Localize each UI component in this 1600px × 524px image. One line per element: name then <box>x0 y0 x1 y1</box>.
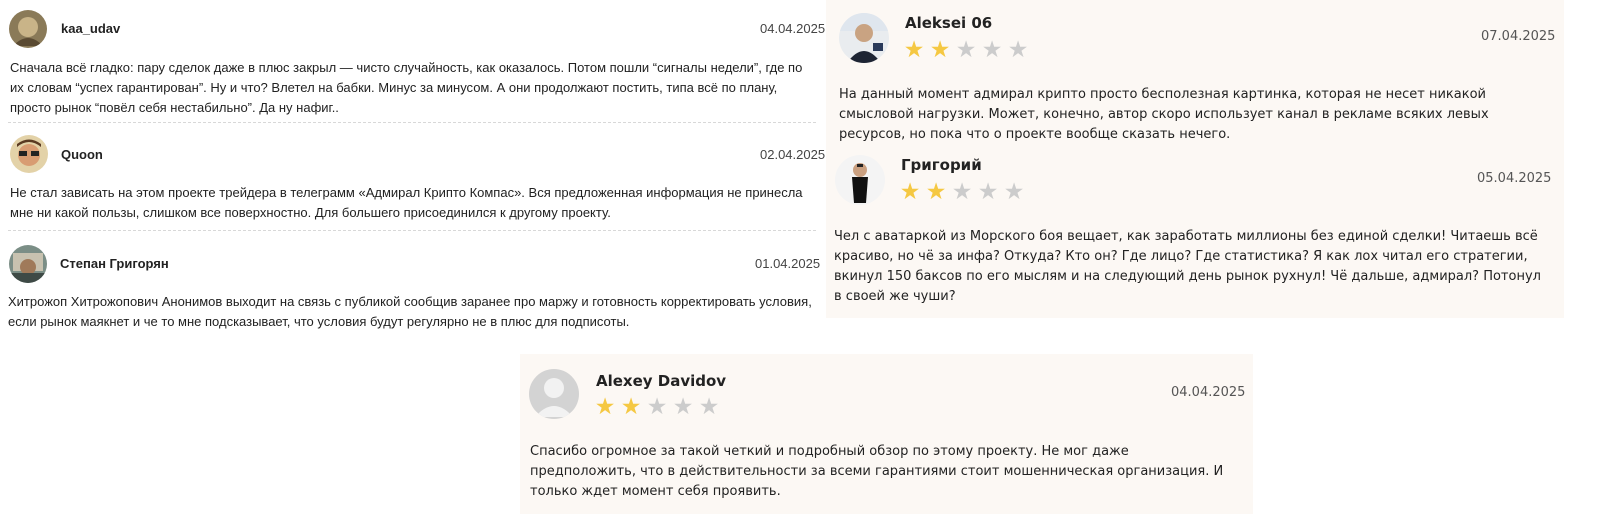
review-date: 05.04.2025 <box>1477 171 1552 186</box>
review-date: 01.04.2025 <box>755 256 821 271</box>
star-filled-icon: ★ <box>925 178 947 204</box>
reviewer-name[interactable]: Григорий <box>901 156 982 174</box>
user-avatar <box>9 10 47 48</box>
star-filled-icon: ★ <box>929 36 951 62</box>
star-empty-icon: ★ <box>977 178 999 204</box>
star-empty-icon: ★ <box>1003 178 1025 204</box>
review-date: 02.04.2025 <box>760 147 826 162</box>
reviewer-name[interactable]: Alexey Davidov <box>596 372 726 390</box>
review-divider <box>8 122 816 123</box>
star-rating: ★ ★ ★ ★ ★ <box>593 395 721 418</box>
reviewer-name[interactable]: Степан Григорян <box>60 256 169 271</box>
review-text: На данный момент адмирал крипто просто б… <box>839 87 1489 142</box>
review-text: Сначала всё гладко: пару сделок даже в п… <box>10 60 803 115</box>
star-filled-icon: ★ <box>620 393 642 419</box>
star-rating: ★ ★ ★ ★ ★ <box>902 38 1030 61</box>
star-filled-icon: ★ <box>899 178 921 204</box>
reviewer-name[interactable]: Quoon <box>61 147 103 162</box>
default-avatar-icon <box>529 369 579 419</box>
user-avatar <box>835 155 885 205</box>
user-avatar <box>839 13 889 63</box>
review-date: 07.04.2025 <box>1481 29 1556 44</box>
star-filled-icon: ★ <box>594 393 616 419</box>
star-rating: ★ ★ ★ ★ ★ <box>898 180 1026 203</box>
star-empty-icon: ★ <box>646 393 668 419</box>
review-divider <box>8 230 816 231</box>
star-empty-icon: ★ <box>1007 36 1029 62</box>
user-avatar <box>9 245 47 283</box>
reviewer-name[interactable]: Aleksei 06 <box>905 14 992 32</box>
star-empty-icon: ★ <box>951 178 973 204</box>
star-filled-icon: ★ <box>903 36 925 62</box>
star-empty-icon: ★ <box>955 36 977 62</box>
review-text: Хитрожоп Хитрожопович Анонимов выходит н… <box>8 294 812 329</box>
review-date: 04.04.2025 <box>760 21 826 36</box>
review-text: Спасибо огромное за такой четкий и подро… <box>530 444 1224 499</box>
star-empty-icon: ★ <box>981 36 1003 62</box>
user-avatar <box>10 135 48 173</box>
reviewer-name[interactable]: kaa_udav <box>61 21 120 36</box>
star-empty-icon: ★ <box>698 393 720 419</box>
review-text: Не стал зависать на этом проекте трейдер… <box>10 185 803 220</box>
star-empty-icon: ★ <box>672 393 694 419</box>
review-text: Чел с аватаркой из Морского боя вещает, … <box>834 229 1541 304</box>
review-date: 04.04.2025 <box>1171 385 1246 400</box>
